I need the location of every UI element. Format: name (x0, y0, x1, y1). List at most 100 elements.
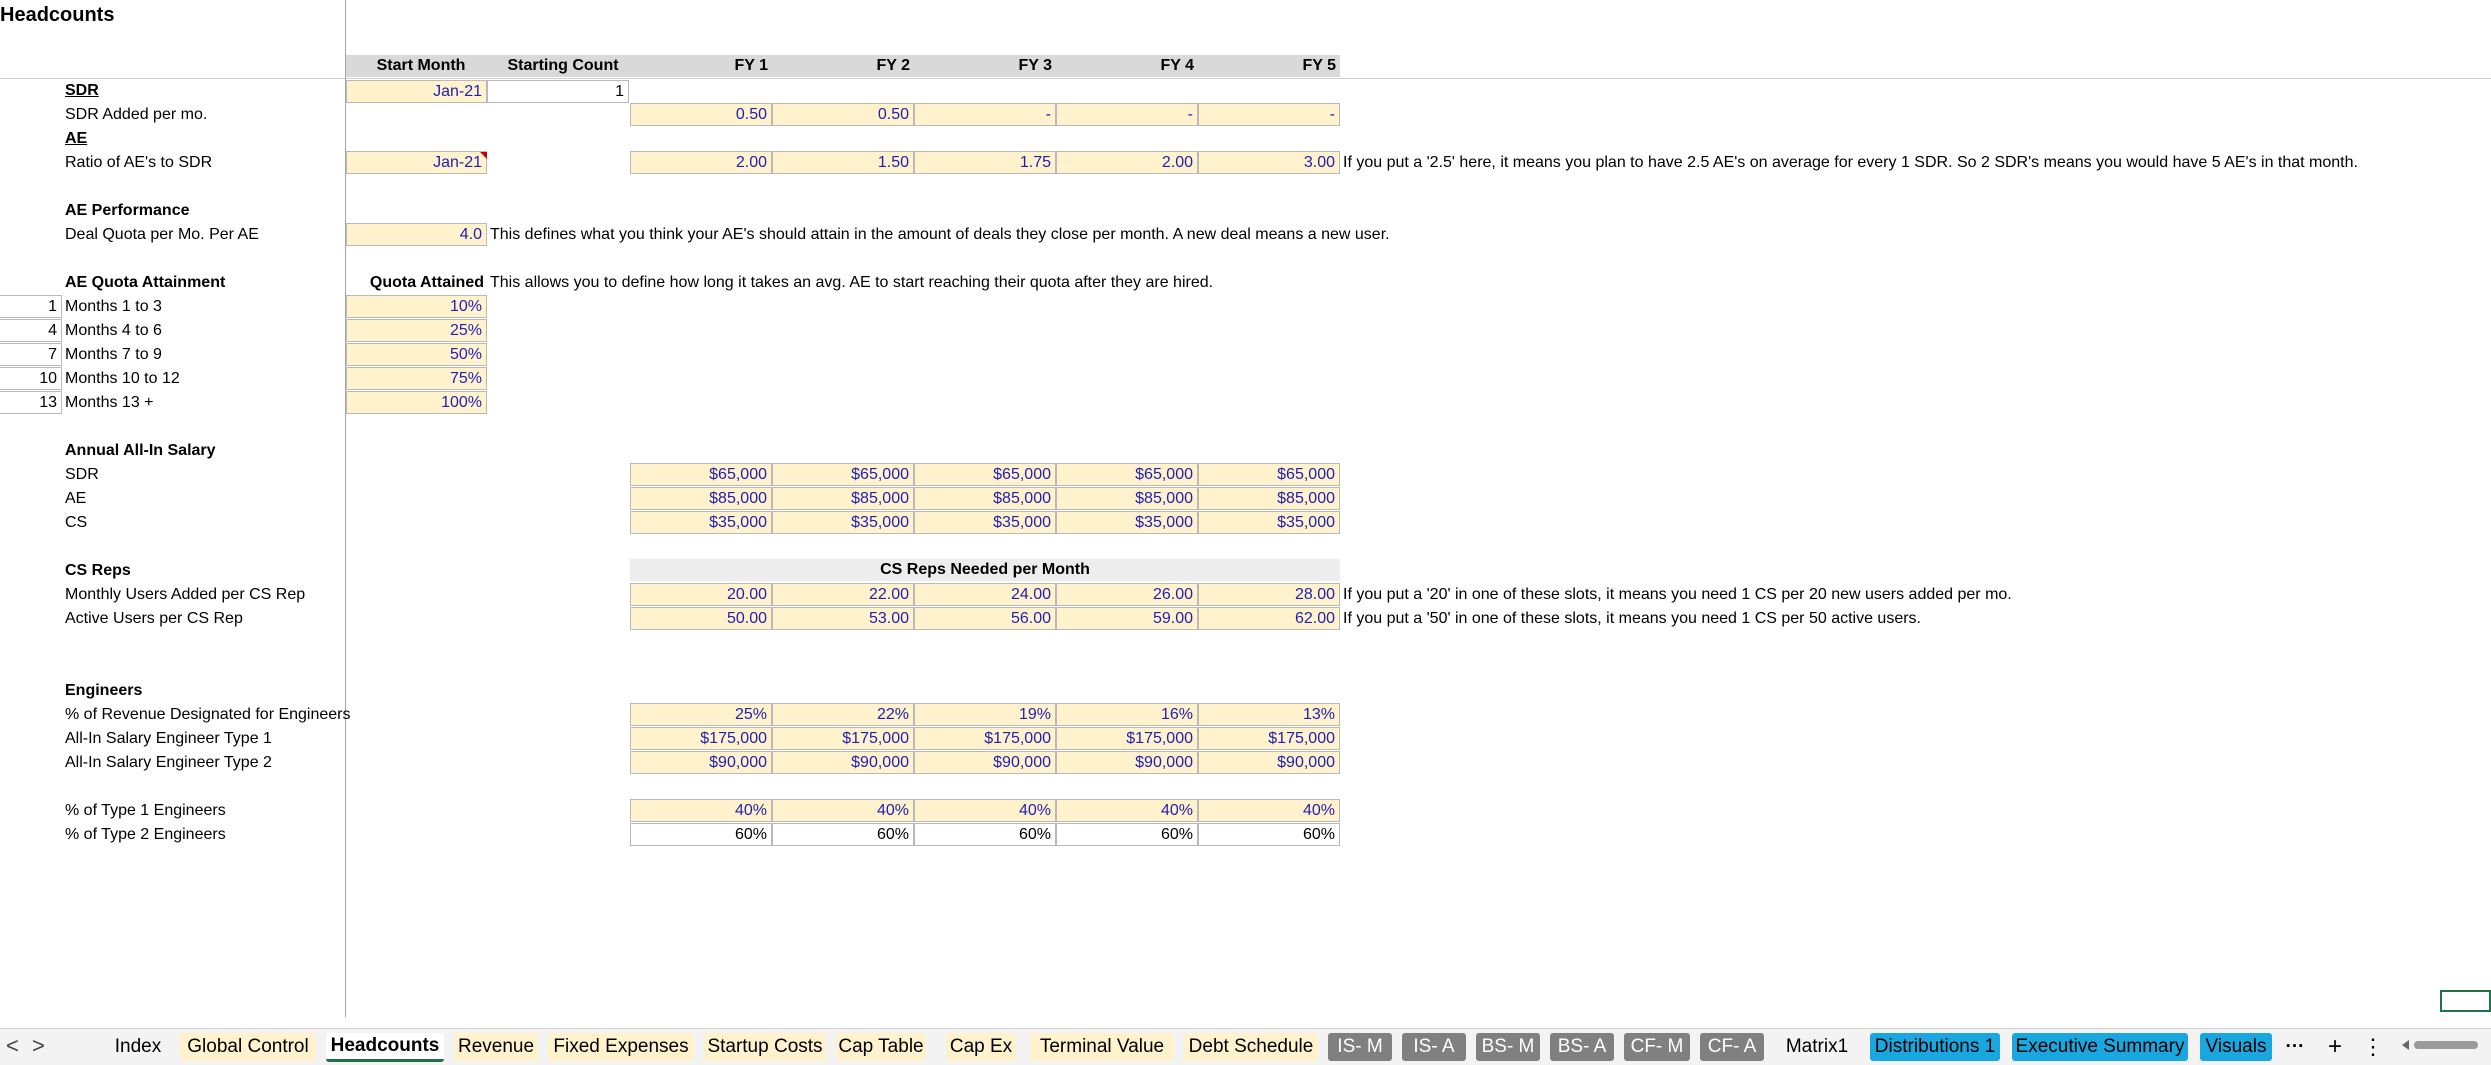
salary-ae-fy2[interactable]: $85,000 (772, 487, 914, 510)
ae-ratio-fy1[interactable]: 2.00 (630, 151, 772, 174)
quota-value-5[interactable]: 100% (346, 391, 487, 414)
quota-month-start-2[interactable]: 4 (0, 319, 62, 342)
eng-salary-type1-fy3[interactable]: $175,000 (914, 727, 1056, 750)
header-fy-5[interactable]: FY 5 (1198, 55, 1340, 77)
tab-revenue[interactable]: Revenue (454, 1033, 538, 1061)
cs-active-users-fy1[interactable]: 50.00 (630, 607, 772, 630)
eng-revenue-pct-fy1[interactable]: 25% (630, 703, 772, 726)
eng-salary-type1-fy5[interactable]: $175,000 (1198, 727, 1340, 750)
tab-cf-m[interactable]: CF- M (1624, 1033, 1690, 1061)
salary-ae-fy3[interactable]: $85,000 (914, 487, 1056, 510)
eng-salary-type2-fy5[interactable]: $90,000 (1198, 751, 1340, 774)
ae-ratio-fy5[interactable]: 3.00 (1198, 151, 1340, 174)
eng-salary-type2-fy4[interactable]: $90,000 (1056, 751, 1198, 774)
eng-salary-type1-fy4[interactable]: $175,000 (1056, 727, 1198, 750)
tab-headcounts[interactable]: Headcounts (326, 1033, 444, 1062)
tab-global-control[interactable]: Global Control (180, 1033, 316, 1061)
eng-salary-type1-fy1[interactable]: $175,000 (630, 727, 772, 750)
options-icon[interactable]: ⋮ (2362, 1033, 2384, 1061)
eng-type1-pct-fy5[interactable]: 40% (1198, 799, 1340, 822)
ae-ratio-fy2[interactable]: 1.50 (772, 151, 914, 174)
eng-revenue-pct-fy5[interactable]: 13% (1198, 703, 1340, 726)
salary-sdr-fy1[interactable]: $65,000 (630, 463, 772, 486)
salary-cs-fy1[interactable]: $35,000 (630, 511, 772, 534)
tab-fixed-expenses[interactable]: Fixed Expenses (548, 1033, 694, 1061)
salary-sdr-fy4[interactable]: $65,000 (1056, 463, 1198, 486)
eng-type2-pct-fy3[interactable]: 60% (914, 823, 1056, 846)
eng-salary-type2-fy2[interactable]: $90,000 (772, 751, 914, 774)
sdr-added-fy1[interactable]: 0.50 (630, 103, 772, 126)
salary-cs-fy5[interactable]: $35,000 (1198, 511, 1340, 534)
tab-cap-table[interactable]: Cap Table (836, 1033, 926, 1061)
deal-quota-cell[interactable]: 4.0 (346, 223, 487, 246)
sdr-added-fy3[interactable]: - (914, 103, 1056, 126)
eng-type2-pct-fy2[interactable]: 60% (772, 823, 914, 846)
eng-revenue-pct-fy2[interactable]: 22% (772, 703, 914, 726)
more-tabs-icon[interactable]: ··· (2282, 1033, 2308, 1061)
ae-ratio-fy3[interactable]: 1.75 (914, 151, 1056, 174)
cs-users-added-fy3[interactable]: 24.00 (914, 583, 1056, 606)
sdr-start-month-cell[interactable]: Jan-21 (346, 80, 487, 103)
quota-month-start-5[interactable]: 13 (0, 391, 62, 414)
eng-type2-pct-fy1[interactable]: 60% (630, 823, 772, 846)
eng-revenue-pct-fy4[interactable]: 16% (1056, 703, 1198, 726)
sdr-added-fy2[interactable]: 0.50 (772, 103, 914, 126)
cs-users-added-fy5[interactable]: 28.00 (1198, 583, 1340, 606)
eng-salary-type2-fy3[interactable]: $90,000 (914, 751, 1056, 774)
tab-bs-m[interactable]: BS- M (1476, 1033, 1540, 1061)
quota-value-2[interactable]: 25% (346, 319, 487, 342)
eng-type2-pct-fy5[interactable]: 60% (1198, 823, 1340, 846)
tab-visuals[interactable]: Visuals (2200, 1033, 2272, 1061)
eng-type2-pct-fy4[interactable]: 60% (1056, 823, 1198, 846)
tab-terminal-value[interactable]: Terminal Value (1030, 1033, 1174, 1061)
tab-executive-summary[interactable]: Executive Summary (2012, 1033, 2188, 1061)
cs-users-added-fy4[interactable]: 26.00 (1056, 583, 1198, 606)
cs-users-added-fy1[interactable]: 20.00 (630, 583, 772, 606)
salary-cs-fy2[interactable]: $35,000 (772, 511, 914, 534)
header-fy-4[interactable]: FY 4 (1056, 55, 1198, 77)
tab-cap-ex[interactable]: Cap Ex (946, 1033, 1016, 1061)
quota-value-3[interactable]: 50% (346, 343, 487, 366)
tab-is-m[interactable]: IS- M (1328, 1033, 1392, 1061)
tab-debt-schedule[interactable]: Debt Schedule (1184, 1033, 1318, 1061)
horizontal-scrollbar[interactable] (2400, 1036, 2486, 1054)
tab-matrix1[interactable]: Matrix1 (1774, 1033, 1860, 1061)
cs-active-users-fy2[interactable]: 53.00 (772, 607, 914, 630)
header-starting-count[interactable]: Starting Count (496, 55, 630, 77)
salary-sdr-fy5[interactable]: $65,000 (1198, 463, 1340, 486)
salary-ae-fy4[interactable]: $85,000 (1056, 487, 1198, 510)
eng-salary-type2-fy1[interactable]: $90,000 (630, 751, 772, 774)
cs-users-added-fy2[interactable]: 22.00 (772, 583, 914, 606)
cs-active-users-fy4[interactable]: 59.00 (1056, 607, 1198, 630)
header-fy-1[interactable]: FY 1 (630, 55, 772, 77)
eng-salary-type1-fy2[interactable]: $175,000 (772, 727, 914, 750)
cs-active-users-fy5[interactable]: 62.00 (1198, 607, 1340, 630)
sdr-added-fy5[interactable]: - (1198, 103, 1340, 126)
salary-cs-fy3[interactable]: $35,000 (914, 511, 1056, 534)
header-start-month[interactable]: Start Month (346, 55, 496, 77)
cs-active-users-fy3[interactable]: 56.00 (914, 607, 1056, 630)
ae-ratio-fy4[interactable]: 2.00 (1056, 151, 1198, 174)
sdr-added-fy4[interactable]: - (1056, 103, 1198, 126)
tab-startup-costs[interactable]: Startup Costs (704, 1033, 826, 1061)
header-fy-3[interactable]: FY 3 (914, 55, 1056, 77)
quota-month-start-4[interactable]: 10 (0, 367, 62, 390)
eng-type1-pct-fy1[interactable]: 40% (630, 799, 772, 822)
tab-index[interactable]: Index (105, 1033, 171, 1061)
comment-indicator-icon[interactable] (480, 152, 487, 159)
salary-cs-fy4[interactable]: $35,000 (1056, 511, 1198, 534)
add-sheet-icon[interactable]: + (2322, 1033, 2348, 1061)
tab-distributions-1[interactable]: Distributions 1 (1870, 1033, 2000, 1061)
salary-ae-fy1[interactable]: $85,000 (630, 487, 772, 510)
quota-month-start-3[interactable]: 7 (0, 343, 62, 366)
tab-cf-a[interactable]: CF- A (1700, 1033, 1764, 1061)
quota-month-start-1[interactable]: 1 (0, 295, 62, 318)
ae-start-month-cell[interactable]: Jan-21 (346, 151, 487, 174)
eng-revenue-pct-fy3[interactable]: 19% (914, 703, 1056, 726)
tab-is-a[interactable]: IS- A (1402, 1033, 1466, 1061)
sdr-starting-count-cell[interactable]: 1 (487, 80, 629, 103)
quota-value-1[interactable]: 10% (346, 295, 487, 318)
quota-value-4[interactable]: 75% (346, 367, 487, 390)
eng-type1-pct-fy3[interactable]: 40% (914, 799, 1056, 822)
salary-sdr-fy2[interactable]: $65,000 (772, 463, 914, 486)
